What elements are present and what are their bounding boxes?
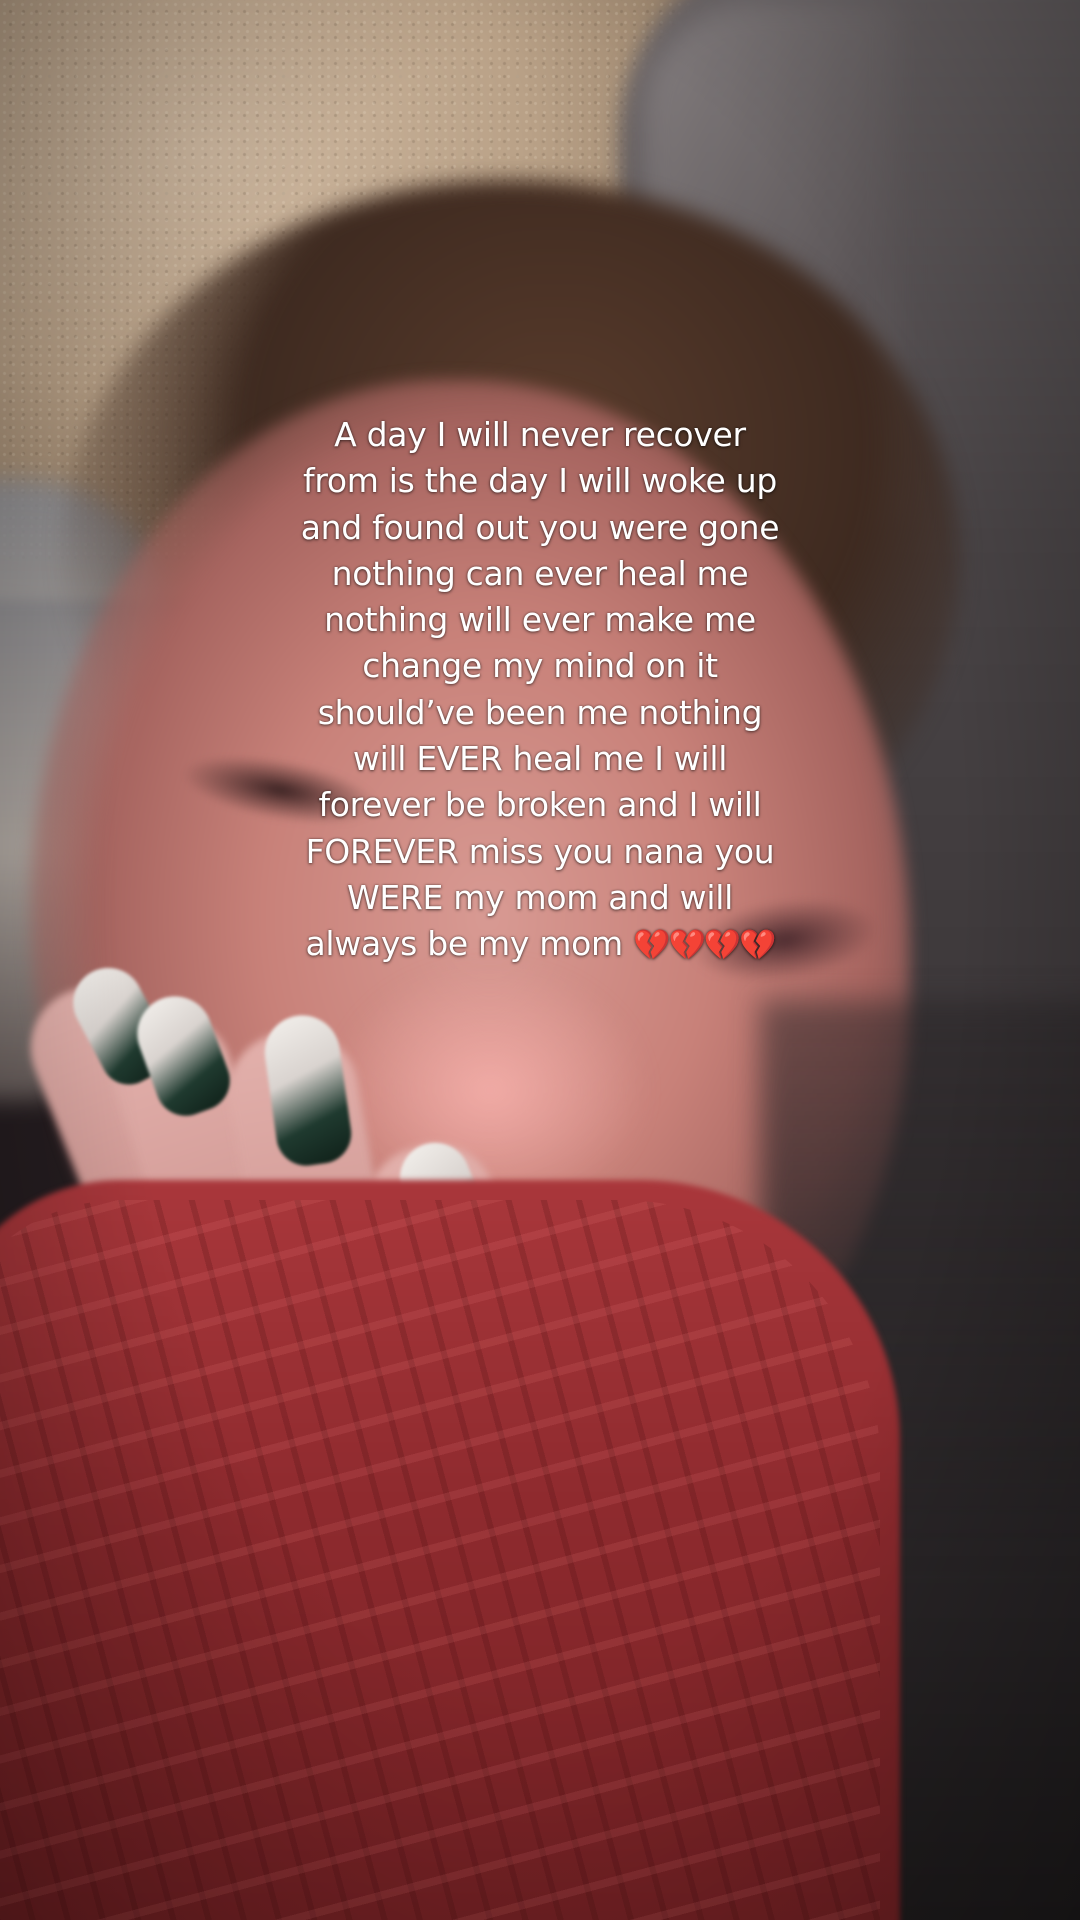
caption-line: A day I will never recover <box>334 415 746 454</box>
broken-heart-icon: 💔💔💔💔 <box>633 928 776 964</box>
caption-line: and found out you were gone <box>300 507 780 547</box>
photo-background: A day I will never recover from is the d… <box>0 0 1080 1920</box>
caption-line: change my mind on it <box>362 646 718 686</box>
caption-line: FOREVER miss you nana you <box>305 831 775 871</box>
caption-overlay: A day I will never recover from is the d… <box>230 412 850 970</box>
caption-line: will EVER heal me I will <box>352 739 728 779</box>
caption-line: should’ve been me nothing <box>317 692 763 732</box>
caption-line: forever be broken and I will <box>318 785 762 825</box>
caption-line-last: always be my mom 💔💔💔💔 <box>230 921 850 969</box>
caption-line: nothing can ever heal me <box>331 553 749 593</box>
caption-line: nothing will ever make me <box>324 600 756 640</box>
caption-line: from is the day I will woke up <box>303 461 777 501</box>
caption-line: WERE my mom and will <box>347 877 733 917</box>
caption-text: always be my mom <box>305 924 623 964</box>
